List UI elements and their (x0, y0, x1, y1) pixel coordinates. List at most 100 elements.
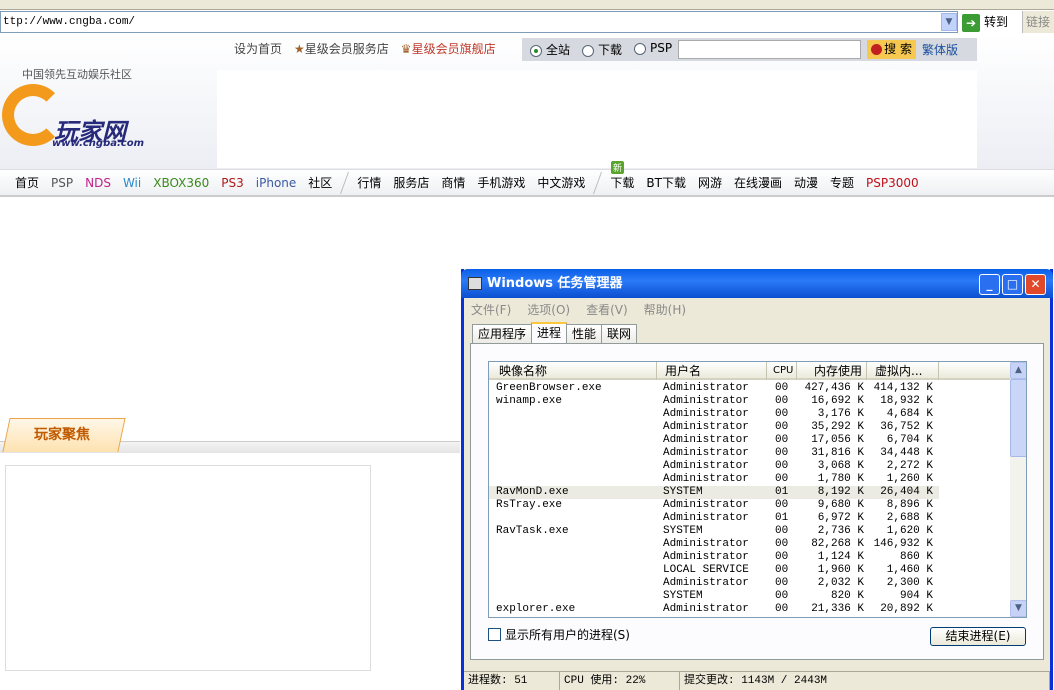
traditional-chinese-link[interactable]: 繁体版 (922, 41, 958, 58)
nav-item[interactable]: iPhone (256, 176, 297, 190)
nav-item[interactable]: 商情 (441, 174, 465, 191)
maximize-button[interactable]: □ (1002, 274, 1023, 295)
nav-item[interactable]: XBOX360 (153, 176, 209, 190)
nav-item[interactable]: 手机游戏 (477, 174, 525, 191)
search-scope-radio[interactable]: PSP (634, 41, 672, 58)
cell-user: Administrator (663, 538, 749, 550)
table-row[interactable]: RsTray.exe Administrator 00 9,680 K 8,896 K (489, 499, 939, 512)
set-homepage-link[interactable]: 设为首页 (234, 39, 282, 59)
search-scope-radio[interactable]: 下载 (582, 41, 622, 58)
cell-vm: 2,300 K (886, 577, 933, 589)
table-row[interactable]: Administrator 00 35,292 K 36,752 K (489, 421, 939, 434)
nav-item[interactable]: PS3 (221, 176, 244, 190)
menu-item[interactable]: 选项(O) (527, 301, 570, 318)
cell-mem: 3,176 K (817, 408, 864, 420)
tab-2[interactable]: 性能 (566, 324, 603, 343)
cell-name: RsTray.exe (496, 499, 563, 511)
nav-item[interactable]: 行情 (357, 174, 381, 191)
table-row[interactable]: Administrator 00 3,176 K 4,684 K (489, 408, 939, 421)
menu-item[interactable]: 帮助(H) (644, 301, 686, 318)
search-scope-radio[interactable]: 全站 (530, 41, 570, 58)
search-input[interactable] (678, 40, 862, 59)
nav-item[interactable]: PSP3000 (866, 176, 919, 190)
cell-user: Administrator (663, 603, 749, 615)
nav-item[interactable]: 在线漫画 (734, 174, 782, 191)
radio-icon[interactable] (582, 44, 595, 57)
tab-0[interactable]: 应用程序 (472, 324, 533, 343)
cell-user: Administrator (663, 421, 749, 433)
table-row[interactable]: explorer.exe Administrator 00 21,336 K 20,89… (489, 603, 939, 616)
table-row[interactable]: Administrator 01 6,972 K 2,688 K (489, 512, 939, 525)
table-row[interactable]: LOCAL SERVICE 00 1,960 K 1,460 K (489, 564, 939, 577)
radio-icon[interactable] (530, 44, 542, 57)
radio-icon[interactable] (634, 42, 647, 55)
checkbox[interactable] (488, 628, 501, 641)
table-row[interactable]: Administrator 00 1,124 K 860 K (489, 551, 939, 564)
flagship-store-link[interactable]: ♛星级会员旗舰店 (401, 39, 496, 59)
cell-user: SYSTEM (663, 486, 703, 498)
column-vm[interactable]: 虚拟内... (867, 362, 939, 380)
cell-user: Administrator (663, 577, 749, 589)
nav-item[interactable]: 下载 (610, 174, 634, 191)
column-image-name[interactable]: 映像名称 (489, 362, 657, 380)
nav-item[interactable]: 网游 (698, 174, 722, 191)
nav-item[interactable]: 社区 (308, 174, 332, 191)
table-row[interactable]: SYSTEM 00 820 K 904 K (489, 590, 939, 603)
go-button[interactable]: ➔ 转到 (962, 12, 1020, 33)
show-all-users-checkbox[interactable]: 显示所有用户的进程(S) (488, 626, 630, 643)
crown-icon: ♛ (400, 42, 412, 56)
cell-user: SYSTEM (663, 525, 703, 537)
cell-user: Administrator (663, 499, 749, 511)
table-row[interactable]: Administrator 00 82,268 K 146,932 K (489, 538, 939, 551)
scroll-down-icon[interactable]: ▼ (1010, 600, 1026, 617)
minimize-button[interactable]: _ (979, 274, 1000, 295)
link-label: 星级会员旗舰店 (411, 42, 496, 56)
site-logo[interactable]: 玩家网 www.cngba.com (2, 82, 162, 152)
table-row[interactable]: RavTask.exe SYSTEM 00 2,736 K 1,620 K (489, 525, 939, 538)
nav-item[interactable]: PSP (51, 176, 73, 190)
focus-title: 玩家聚焦 (34, 427, 90, 443)
table-row[interactable]: RavMonD.exe SYSTEM 01 8,192 K 26,404 K (489, 486, 939, 499)
scroll-thumb[interactable] (1010, 379, 1026, 457)
search-button[interactable]: 搜 索 (867, 40, 916, 59)
new-badge: 新 (611, 161, 625, 174)
window-title[interactable]: Windows 任务管理器 (461, 269, 1053, 298)
nav-item[interactable]: 动漫 (794, 174, 818, 191)
table-row[interactable]: winamp.exe Administrator 00 16,692 K 18,932 … (489, 395, 939, 408)
table-row[interactable]: Administrator 00 17,056 K 6,704 K (489, 434, 939, 447)
tab-1[interactable]: 进程 (531, 322, 568, 343)
scroll-up-icon[interactable]: ▲ (1010, 362, 1026, 379)
scrollbar[interactable]: ▲ ▼ (1010, 362, 1026, 617)
close-button[interactable]: ✕ (1025, 274, 1046, 295)
table-row[interactable]: Administrator 00 31,816 K 34,448 K (489, 447, 939, 460)
nav-item[interactable]: 首页 (15, 174, 39, 191)
star-service-link[interactable]: ★星级会员服务店 (294, 39, 389, 59)
process-list[interactable]: 映像名称 用户名 CPU 内存使用 虚拟内... GreenBrowser.ex… (488, 361, 1027, 618)
column-user[interactable]: 用户名 (657, 362, 767, 380)
cell-vm: 18,932 K (880, 395, 933, 407)
table-row[interactable]: Administrator 00 3,068 K 2,272 K (489, 460, 939, 473)
cell-mem: 2,736 K (817, 525, 864, 537)
nav-item[interactable]: NDS (85, 176, 111, 190)
cell-vm: 1,460 K (886, 564, 933, 576)
menu-item[interactable]: 查看(V) (586, 301, 628, 318)
column-mem[interactable]: 内存使用 (797, 362, 867, 380)
table-row[interactable]: GreenBrowser.exe Administrator 00 427,436 K… (489, 382, 939, 395)
nav-item[interactable]: BT下载 (646, 174, 686, 191)
cell-vm: 8,896 K (886, 499, 933, 511)
tab-3[interactable]: 联网 (601, 324, 638, 343)
address-bar[interactable]: ttp://www.cngba.com/ (0, 11, 958, 33)
end-process-button[interactable]: 结束进程(E) (930, 627, 1026, 646)
table-row[interactable]: Administrator 00 1,780 K 1,260 K (489, 473, 939, 486)
nav-item[interactable]: 服务店 (393, 174, 429, 191)
cell-cpu: 00 (775, 421, 789, 433)
cell-mem: 820 K (830, 590, 864, 602)
nav-item[interactable]: 中文游戏 (537, 174, 585, 191)
links-button[interactable]: 链接 (1022, 11, 1054, 33)
menu-item[interactable]: 文件(F) (471, 301, 511, 318)
table-row[interactable]: Administrator 00 2,032 K 2,300 K (489, 577, 939, 590)
nav-item[interactable]: Wii (123, 176, 141, 190)
column-cpu[interactable]: CPU (767, 362, 797, 380)
nav-item[interactable]: 专题 (830, 174, 854, 191)
address-dropdown-icon[interactable]: ▼ (941, 13, 957, 31)
